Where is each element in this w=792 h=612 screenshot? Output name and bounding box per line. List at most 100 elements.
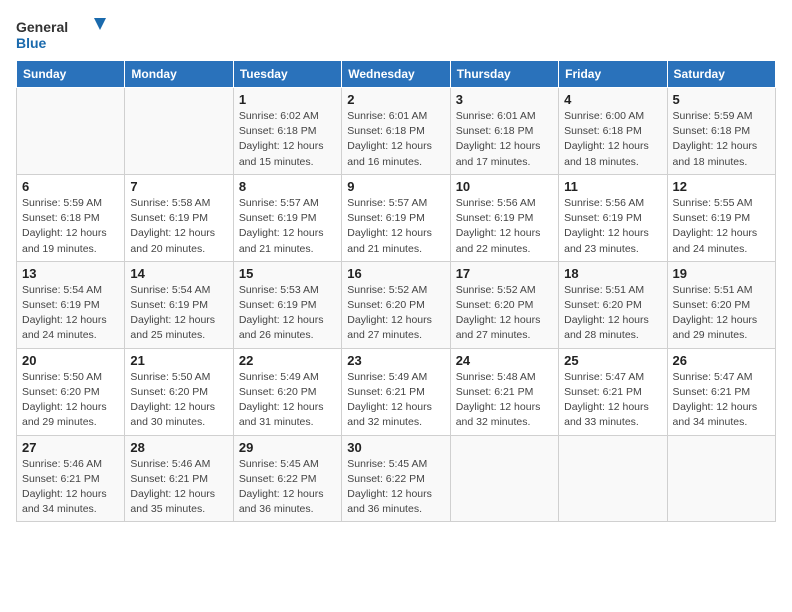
calendar-cell: 13Sunrise: 5:54 AMSunset: 6:19 PMDayligh… (17, 261, 125, 348)
calendar-cell: 15 Sunrise: 5:53 AMSunset: 6:19 PMDayligh… (233, 261, 341, 348)
calendar-cell: 26 Sunrise: 5:47 AMSunset: 6:21 PMDayligh… (667, 348, 775, 435)
calendar-week-row: 13Sunrise: 5:54 AMSunset: 6:19 PMDayligh… (17, 261, 776, 348)
day-info: Sunrise: 5:56 AMSunset: 6:19 PMDaylight:… (564, 196, 661, 257)
day-info: Sunrise: 5:57 AMSunset: 6:19 PMDaylight:… (239, 196, 336, 257)
day-number: 16 (347, 266, 444, 281)
calendar-cell: 3Sunrise: 6:01 AMSunset: 6:18 PMDaylight… (450, 88, 558, 175)
day-number: 2 (347, 92, 444, 107)
logo: General Blue (16, 16, 106, 52)
day-number: 3 (456, 92, 553, 107)
day-info: Sunrise: 5:52 AMSunset: 6:20 PMDaylight:… (456, 283, 553, 344)
day-number: 9 (347, 179, 444, 194)
day-info: Sunrise: 5:49 AMSunset: 6:21 PMDaylight:… (347, 370, 444, 431)
calendar-cell (559, 435, 667, 522)
day-info: Sunrise: 5:45 AMSunset: 6:22 PMDaylight:… (239, 457, 336, 518)
day-info: Sunrise: 5:50 AMSunset: 6:20 PMDaylight:… (22, 370, 119, 431)
day-info: Sunrise: 5:51 AMSunset: 6:20 PMDaylight:… (564, 283, 661, 344)
day-number: 7 (130, 179, 227, 194)
day-info: Sunrise: 6:00 AMSunset: 6:18 PMDaylight:… (564, 109, 661, 170)
calendar-cell: 25Sunrise: 5:47 AMSunset: 6:21 PMDayligh… (559, 348, 667, 435)
day-number: 8 (239, 179, 336, 194)
day-number: 20 (22, 353, 119, 368)
day-number: 29 (239, 440, 336, 455)
weekday-header-friday: Friday (559, 61, 667, 88)
day-number: 1 (239, 92, 336, 107)
day-info: Sunrise: 5:48 AMSunset: 6:21 PMDaylight:… (456, 370, 553, 431)
day-number: 6 (22, 179, 119, 194)
day-info: Sunrise: 5:59 AMSunset: 6:18 PMDaylight:… (673, 109, 770, 170)
day-number: 23 (347, 353, 444, 368)
weekday-header-saturday: Saturday (667, 61, 775, 88)
svg-text:Blue: Blue (16, 35, 47, 51)
calendar-cell: 22Sunrise: 5:49 AMSunset: 6:20 PMDayligh… (233, 348, 341, 435)
calendar-cell: 23 Sunrise: 5:49 AMSunset: 6:21 PMDayligh… (342, 348, 450, 435)
calendar-week-row: 27 Sunrise: 5:46 AMSunset: 6:21 PMDayligh… (17, 435, 776, 522)
day-number: 21 (130, 353, 227, 368)
day-info: Sunrise: 5:58 AMSunset: 6:19 PMDaylight:… (130, 196, 227, 257)
day-number: 28 (130, 440, 227, 455)
day-info: Sunrise: 5:47 AMSunset: 6:21 PMDaylight:… (673, 370, 770, 431)
day-number: 27 (22, 440, 119, 455)
day-info: Sunrise: 5:49 AMSunset: 6:20 PMDaylight:… (239, 370, 336, 431)
day-number: 19 (673, 266, 770, 281)
calendar-cell: 8 Sunrise: 5:57 AMSunset: 6:19 PMDaylight… (233, 174, 341, 261)
day-info: Sunrise: 5:45 AMSunset: 6:22 PMDaylight:… (347, 457, 444, 518)
header: General Blue (16, 16, 776, 52)
calendar-cell: 28 Sunrise: 5:46 AMSunset: 6:21 PMDayligh… (125, 435, 233, 522)
weekday-header-sunday: Sunday (17, 61, 125, 88)
day-number: 5 (673, 92, 770, 107)
day-number: 24 (456, 353, 553, 368)
calendar-cell: 17Sunrise: 5:52 AMSunset: 6:20 PMDayligh… (450, 261, 558, 348)
calendar-cell: 10Sunrise: 5:56 AMSunset: 6:19 PMDayligh… (450, 174, 558, 261)
weekday-header-monday: Monday (125, 61, 233, 88)
day-info: Sunrise: 5:46 AMSunset: 6:21 PMDaylight:… (130, 457, 227, 518)
day-info: Sunrise: 5:57 AMSunset: 6:19 PMDaylight:… (347, 196, 444, 257)
day-info: Sunrise: 5:50 AMSunset: 6:20 PMDaylight:… (130, 370, 227, 431)
calendar-cell: 7 Sunrise: 5:58 AMSunset: 6:19 PMDaylight… (125, 174, 233, 261)
day-info: Sunrise: 5:46 AMSunset: 6:21 PMDaylight:… (22, 457, 119, 518)
calendar-week-row: 6 Sunrise: 5:59 AMSunset: 6:18 PMDaylight… (17, 174, 776, 261)
day-info: Sunrise: 5:52 AMSunset: 6:20 PMDaylight:… (347, 283, 444, 344)
calendar-cell: 2Sunrise: 6:01 AMSunset: 6:18 PMDaylight… (342, 88, 450, 175)
day-info: Sunrise: 5:53 AMSunset: 6:19 PMDaylight:… (239, 283, 336, 344)
calendar-cell: 11Sunrise: 5:56 AMSunset: 6:19 PMDayligh… (559, 174, 667, 261)
day-info: Sunrise: 5:54 AMSunset: 6:19 PMDaylight:… (130, 283, 227, 344)
svg-text:General: General (16, 19, 68, 35)
calendar-cell (125, 88, 233, 175)
calendar-cell: 14Sunrise: 5:54 AMSunset: 6:19 PMDayligh… (125, 261, 233, 348)
day-info: Sunrise: 5:56 AMSunset: 6:19 PMDaylight:… (456, 196, 553, 257)
day-number: 4 (564, 92, 661, 107)
day-number: 26 (673, 353, 770, 368)
day-info: Sunrise: 5:59 AMSunset: 6:18 PMDaylight:… (22, 196, 119, 257)
day-info: Sunrise: 5:54 AMSunset: 6:19 PMDaylight:… (22, 283, 119, 344)
calendar-cell (17, 88, 125, 175)
day-info: Sunrise: 5:55 AMSunset: 6:19 PMDaylight:… (673, 196, 770, 257)
day-info: Sunrise: 5:51 AMSunset: 6:20 PMDaylight:… (673, 283, 770, 344)
calendar-cell: 5 Sunrise: 5:59 AMSunset: 6:18 PMDaylight… (667, 88, 775, 175)
calendar-table: SundayMondayTuesdayWednesdayThursdayFrid… (16, 60, 776, 522)
calendar-week-row: 20 Sunrise: 5:50 AMSunset: 6:20 PMDayligh… (17, 348, 776, 435)
calendar-week-row: 1 Sunrise: 6:02 AMSunset: 6:18 PMDaylight… (17, 88, 776, 175)
calendar-cell: 20 Sunrise: 5:50 AMSunset: 6:20 PMDayligh… (17, 348, 125, 435)
calendar-cell: 16 Sunrise: 5:52 AMSunset: 6:20 PMDayligh… (342, 261, 450, 348)
calendar-cell: 29 Sunrise: 5:45 AMSunset: 6:22 PMDayligh… (233, 435, 341, 522)
day-info: Sunrise: 5:47 AMSunset: 6:21 PMDaylight:… (564, 370, 661, 431)
calendar-cell: 30 Sunrise: 5:45 AMSunset: 6:22 PMDayligh… (342, 435, 450, 522)
calendar-cell: 6 Sunrise: 5:59 AMSunset: 6:18 PMDaylight… (17, 174, 125, 261)
calendar-cell: 9 Sunrise: 5:57 AMSunset: 6:19 PMDaylight… (342, 174, 450, 261)
day-number: 12 (673, 179, 770, 194)
weekday-header-row: SundayMondayTuesdayWednesdayThursdayFrid… (17, 61, 776, 88)
calendar-cell: 12 Sunrise: 5:55 AMSunset: 6:19 PMDayligh… (667, 174, 775, 261)
day-number: 18 (564, 266, 661, 281)
calendar-cell: 1 Sunrise: 6:02 AMSunset: 6:18 PMDaylight… (233, 88, 341, 175)
day-info: Sunrise: 6:02 AMSunset: 6:18 PMDaylight:… (239, 109, 336, 170)
weekday-header-tuesday: Tuesday (233, 61, 341, 88)
calendar-cell: 21 Sunrise: 5:50 AMSunset: 6:20 PMDayligh… (125, 348, 233, 435)
day-number: 15 (239, 266, 336, 281)
day-number: 30 (347, 440, 444, 455)
weekday-header-wednesday: Wednesday (342, 61, 450, 88)
calendar-cell: 18 Sunrise: 5:51 AMSunset: 6:20 PMDayligh… (559, 261, 667, 348)
calendar-cell (667, 435, 775, 522)
logo-svg: General Blue (16, 16, 106, 52)
calendar-cell (450, 435, 558, 522)
